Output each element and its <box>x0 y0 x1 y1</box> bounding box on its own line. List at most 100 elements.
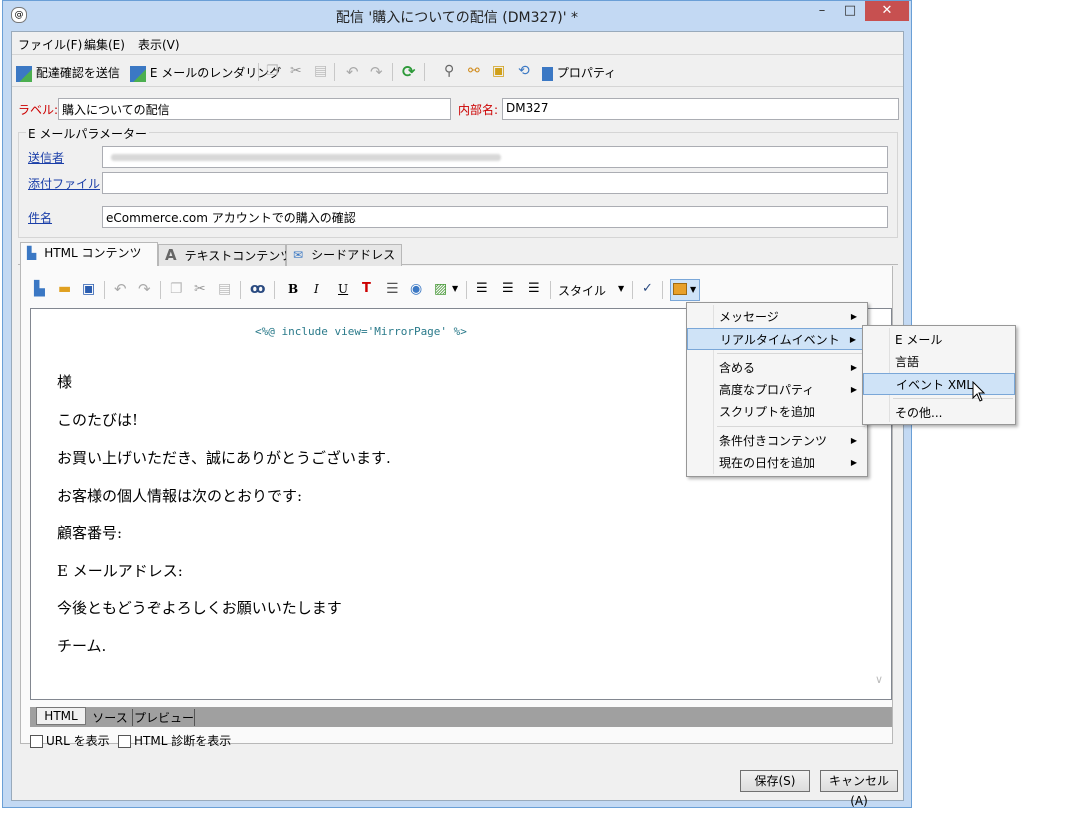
mode-tab-source[interactable]: ソース <box>88 709 133 726</box>
align-right-icon[interactable]: ☰ <box>528 281 540 296</box>
menu-item-advanced-properties[interactable]: 高度なプロパティ ▶ <box>687 379 867 401</box>
new-doc-icon[interactable]: ▙ <box>34 281 45 297</box>
subject-input[interactable]: eCommerce.com アカウントでの購入の確認 <box>102 206 888 228</box>
tab-html-content[interactable]: ▙ HTML コンテンツ <box>20 242 158 266</box>
toolbar-separator <box>274 281 275 299</box>
menu-view[interactable]: 表示(V) <box>138 36 180 53</box>
menu-item-add-script[interactable]: スクリプトを追加 <box>687 401 867 423</box>
show-html-diag-checkbox[interactable]: HTML 診断を表示 <box>118 732 231 749</box>
open-folder-icon[interactable]: ▬ <box>58 281 71 297</box>
save-button[interactable]: 保存(S) <box>740 770 810 792</box>
menu-item-add-script-label: スクリプトを追加 <box>719 405 816 419</box>
submenu-item-other[interactable]: その他... <box>863 402 1015 424</box>
personalization-icon <box>673 283 687 295</box>
toolbar-separator <box>632 281 633 299</box>
menu-item-message[interactable]: メッセージ ▶ <box>687 306 867 328</box>
menu-item-include[interactable]: 含める ▶ <box>687 357 867 379</box>
attachment-link[interactable]: 添付ファイル <box>28 175 100 192</box>
refresh-icon[interactable]: ⟳ <box>402 62 415 81</box>
maximize-button[interactable]: □ <box>837 1 863 21</box>
sender-link[interactable]: 送信者 <box>28 149 64 166</box>
align-center-icon[interactable]: ☰ <box>502 281 514 296</box>
cancel-button[interactable]: キャンセル(A) <box>820 770 898 808</box>
personalization-dropdown-icon: ▼ <box>690 285 697 294</box>
gift-icon[interactable]: ▣ <box>492 63 505 79</box>
editor-cut-icon[interactable]: ✂ <box>194 281 206 297</box>
mode-tab-preview[interactable]: プレビュー <box>134 709 195 726</box>
menu-item-add-current-date[interactable]: 現在の日付を追加 ▶ <box>687 452 867 474</box>
spellcheck-icon[interactable]: ✓ <box>642 281 653 296</box>
menu-item-realtime-event[interactable]: リアルタイムイベント ▶ <box>687 328 867 350</box>
align-left-icon[interactable]: ☰ <box>476 281 488 296</box>
menu-file[interactable]: ファイル(F) <box>18 36 82 53</box>
toolbar-separator <box>424 63 425 81</box>
find-binoculars-icon[interactable]: ꝏ <box>250 281 265 297</box>
title-bar[interactable]: @ 配信 '購入についての配信 (DM327)' * – □ ✕ <box>3 1 911 31</box>
image-dropdown-icon[interactable]: ▼ <box>452 284 458 293</box>
menu-item-conditional-content-label: 条件付きコンテンツ <box>719 434 828 448</box>
editor-copy-icon[interactable]: ❐ <box>170 281 183 297</box>
copy-icon[interactable]: ❐ <box>266 63 279 79</box>
mode-tab-html[interactable]: HTML <box>36 707 86 725</box>
tab-text-content[interactable]: A テキストコンテンツ <box>158 244 292 266</box>
editor-mode-bar: HTML ソース プレビュー <box>30 707 892 727</box>
sender-input[interactable] <box>102 146 888 168</box>
image-icon[interactable]: ▨ <box>434 281 447 297</box>
editor-line-4: お客様の個人情報は次のとおりです: <box>57 487 303 505</box>
menu-edit[interactable]: 編集(E) <box>84 36 125 53</box>
scroll-down-icon[interactable]: ∨ <box>875 673 883 686</box>
toolbar-separator <box>550 281 551 299</box>
internal-name-input[interactable]: DM327 <box>502 98 899 120</box>
list-icon[interactable]: ☰ <box>386 281 399 297</box>
redo-icon[interactable]: ↷ <box>370 63 383 81</box>
underline-button[interactable]: U <box>338 282 348 296</box>
attachment-icon[interactable]: ⚲ <box>444 63 454 79</box>
hyperlink-globe-icon[interactable]: ◉ <box>410 281 422 297</box>
blurred-sender-value <box>111 154 501 161</box>
editor-line-2: このたびは! <box>57 411 139 429</box>
bold-button[interactable]: B <box>288 282 298 296</box>
editor-paste-icon[interactable]: ▤ <box>218 281 231 297</box>
toolbar-separator <box>104 281 105 299</box>
style-dropdown-arrow-icon[interactable]: ▼ <box>618 284 624 293</box>
tab-seed-address-label: シードアドレス <box>311 248 396 262</box>
tab-text-content-label: テキストコンテンツ <box>184 249 293 263</box>
menubar-divider <box>12 54 903 55</box>
menu-separator <box>717 426 865 427</box>
menu-item-include-label: 含める <box>719 361 756 375</box>
personalization-button[interactable]: ▼ <box>670 279 700 301</box>
editor-line-5: 顧客番号: <box>57 524 123 542</box>
italic-button[interactable]: I <box>314 282 319 296</box>
toolbar-separator <box>662 281 663 299</box>
submenu-item-email[interactable]: E メール <box>863 329 1015 351</box>
cut-icon[interactable]: ✂ <box>290 63 302 79</box>
submenu-arrow-icon: ▶ <box>850 458 857 467</box>
tab-seed-address[interactable]: ✉ シードアドレス <box>286 244 402 266</box>
label-caption: ラベル: <box>18 103 59 117</box>
submenu-item-language[interactable]: 言語 <box>863 351 1015 373</box>
internal-name-caption: 内部名: <box>458 103 499 117</box>
toolbar-separator <box>466 281 467 299</box>
subject-link[interactable]: 件名 <box>28 209 52 226</box>
undo-icon[interactable]: ↶ <box>346 63 359 81</box>
editor-undo-icon[interactable]: ↶ <box>114 280 127 298</box>
link-icon[interactable]: ⚯ <box>468 63 480 79</box>
submenu-arrow-icon: ▶ <box>850 363 857 372</box>
properties-button[interactable]: プロパティ <box>542 64 616 81</box>
minimize-button[interactable]: – <box>809 1 835 21</box>
show-url-checkbox[interactable]: URL を表示 <box>30 732 110 749</box>
menu-item-conditional-content[interactable]: 条件付きコンテンツ ▶ <box>687 430 867 452</box>
paste-icon[interactable]: ▤ <box>314 63 327 79</box>
submenu-item-event-xml[interactable]: イベント XML <box>863 373 1015 395</box>
attachment-input[interactable] <box>102 172 888 194</box>
tracking-icon[interactable]: ⟲ <box>518 63 530 79</box>
save-disk-icon[interactable]: ▣ <box>82 281 95 297</box>
close-button[interactable]: ✕ <box>865 1 909 21</box>
submenu-arrow-icon: ▶ <box>849 335 856 344</box>
text-color-icon[interactable]: T <box>362 281 371 296</box>
email-params-legend: E メールパラメーター <box>26 125 150 142</box>
editor-redo-icon[interactable]: ↷ <box>138 280 151 298</box>
style-dropdown[interactable]: スタイル <box>558 282 606 299</box>
send-proof-button[interactable]: 配達確認を送信 <box>16 64 120 82</box>
label-input[interactable]: 購入についての配信 <box>58 98 451 120</box>
